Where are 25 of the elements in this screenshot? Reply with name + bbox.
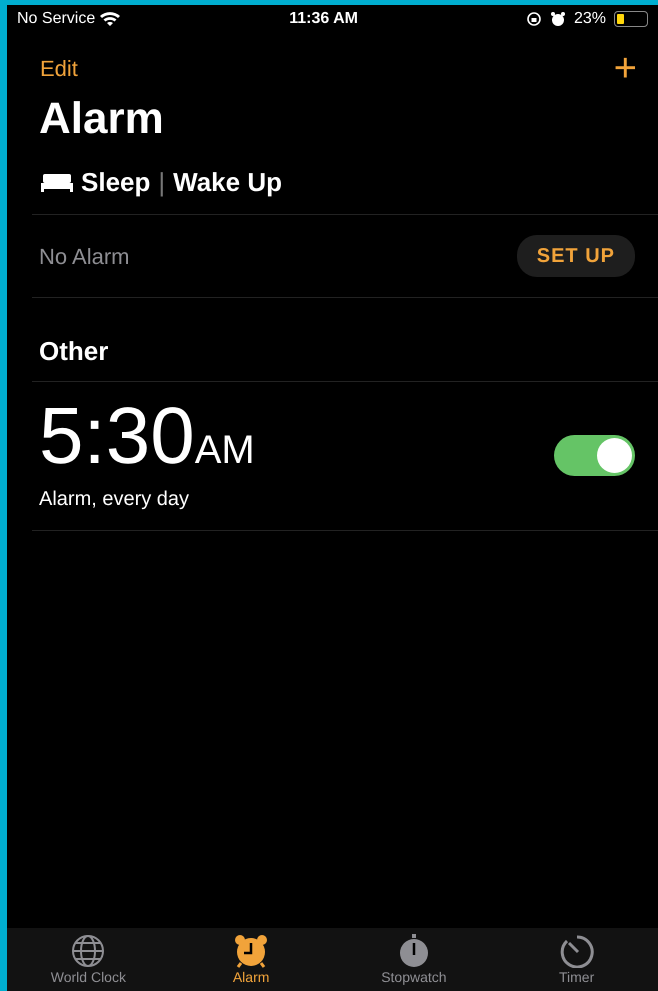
alarm-label: Alarm, every day bbox=[39, 487, 190, 512]
toggle-switch[interactable] bbox=[554, 434, 635, 476]
sleep-label: Sleep bbox=[81, 166, 150, 199]
rotation-lock-icon bbox=[526, 11, 542, 27]
tab-item[interactable]: Stopwatch bbox=[332, 928, 496, 991]
set-up-button[interactable]: SET UP bbox=[516, 235, 635, 277]
tab-item[interactable]: Timer bbox=[495, 928, 658, 991]
carrier-text: No Service bbox=[17, 9, 96, 29]
page-title: Alarm bbox=[38, 93, 165, 141]
section-heading: Other bbox=[38, 335, 110, 368]
wifi-icon bbox=[99, 11, 122, 27]
battery-icon bbox=[614, 11, 648, 27]
time-text: 11:36 AM bbox=[289, 9, 358, 29]
wake-up-label: Wake Up bbox=[173, 166, 282, 199]
alarm-period: AM bbox=[194, 430, 255, 470]
tab-item[interactable]: World Clock bbox=[7, 928, 170, 991]
alarm-time: 5:30 bbox=[39, 396, 195, 476]
add-button[interactable]: + bbox=[612, 47, 638, 89]
alarm-clock-icon bbox=[550, 11, 566, 27]
tab-item[interactable]: Alarm bbox=[170, 928, 332, 991]
edit-button[interactable]: Edit bbox=[39, 50, 79, 86]
separator: | bbox=[158, 166, 166, 199]
battery-percent: 23% bbox=[574, 9, 606, 29]
no-alarm-text: No Alarm bbox=[39, 242, 130, 270]
bed-icon bbox=[41, 174, 73, 192]
